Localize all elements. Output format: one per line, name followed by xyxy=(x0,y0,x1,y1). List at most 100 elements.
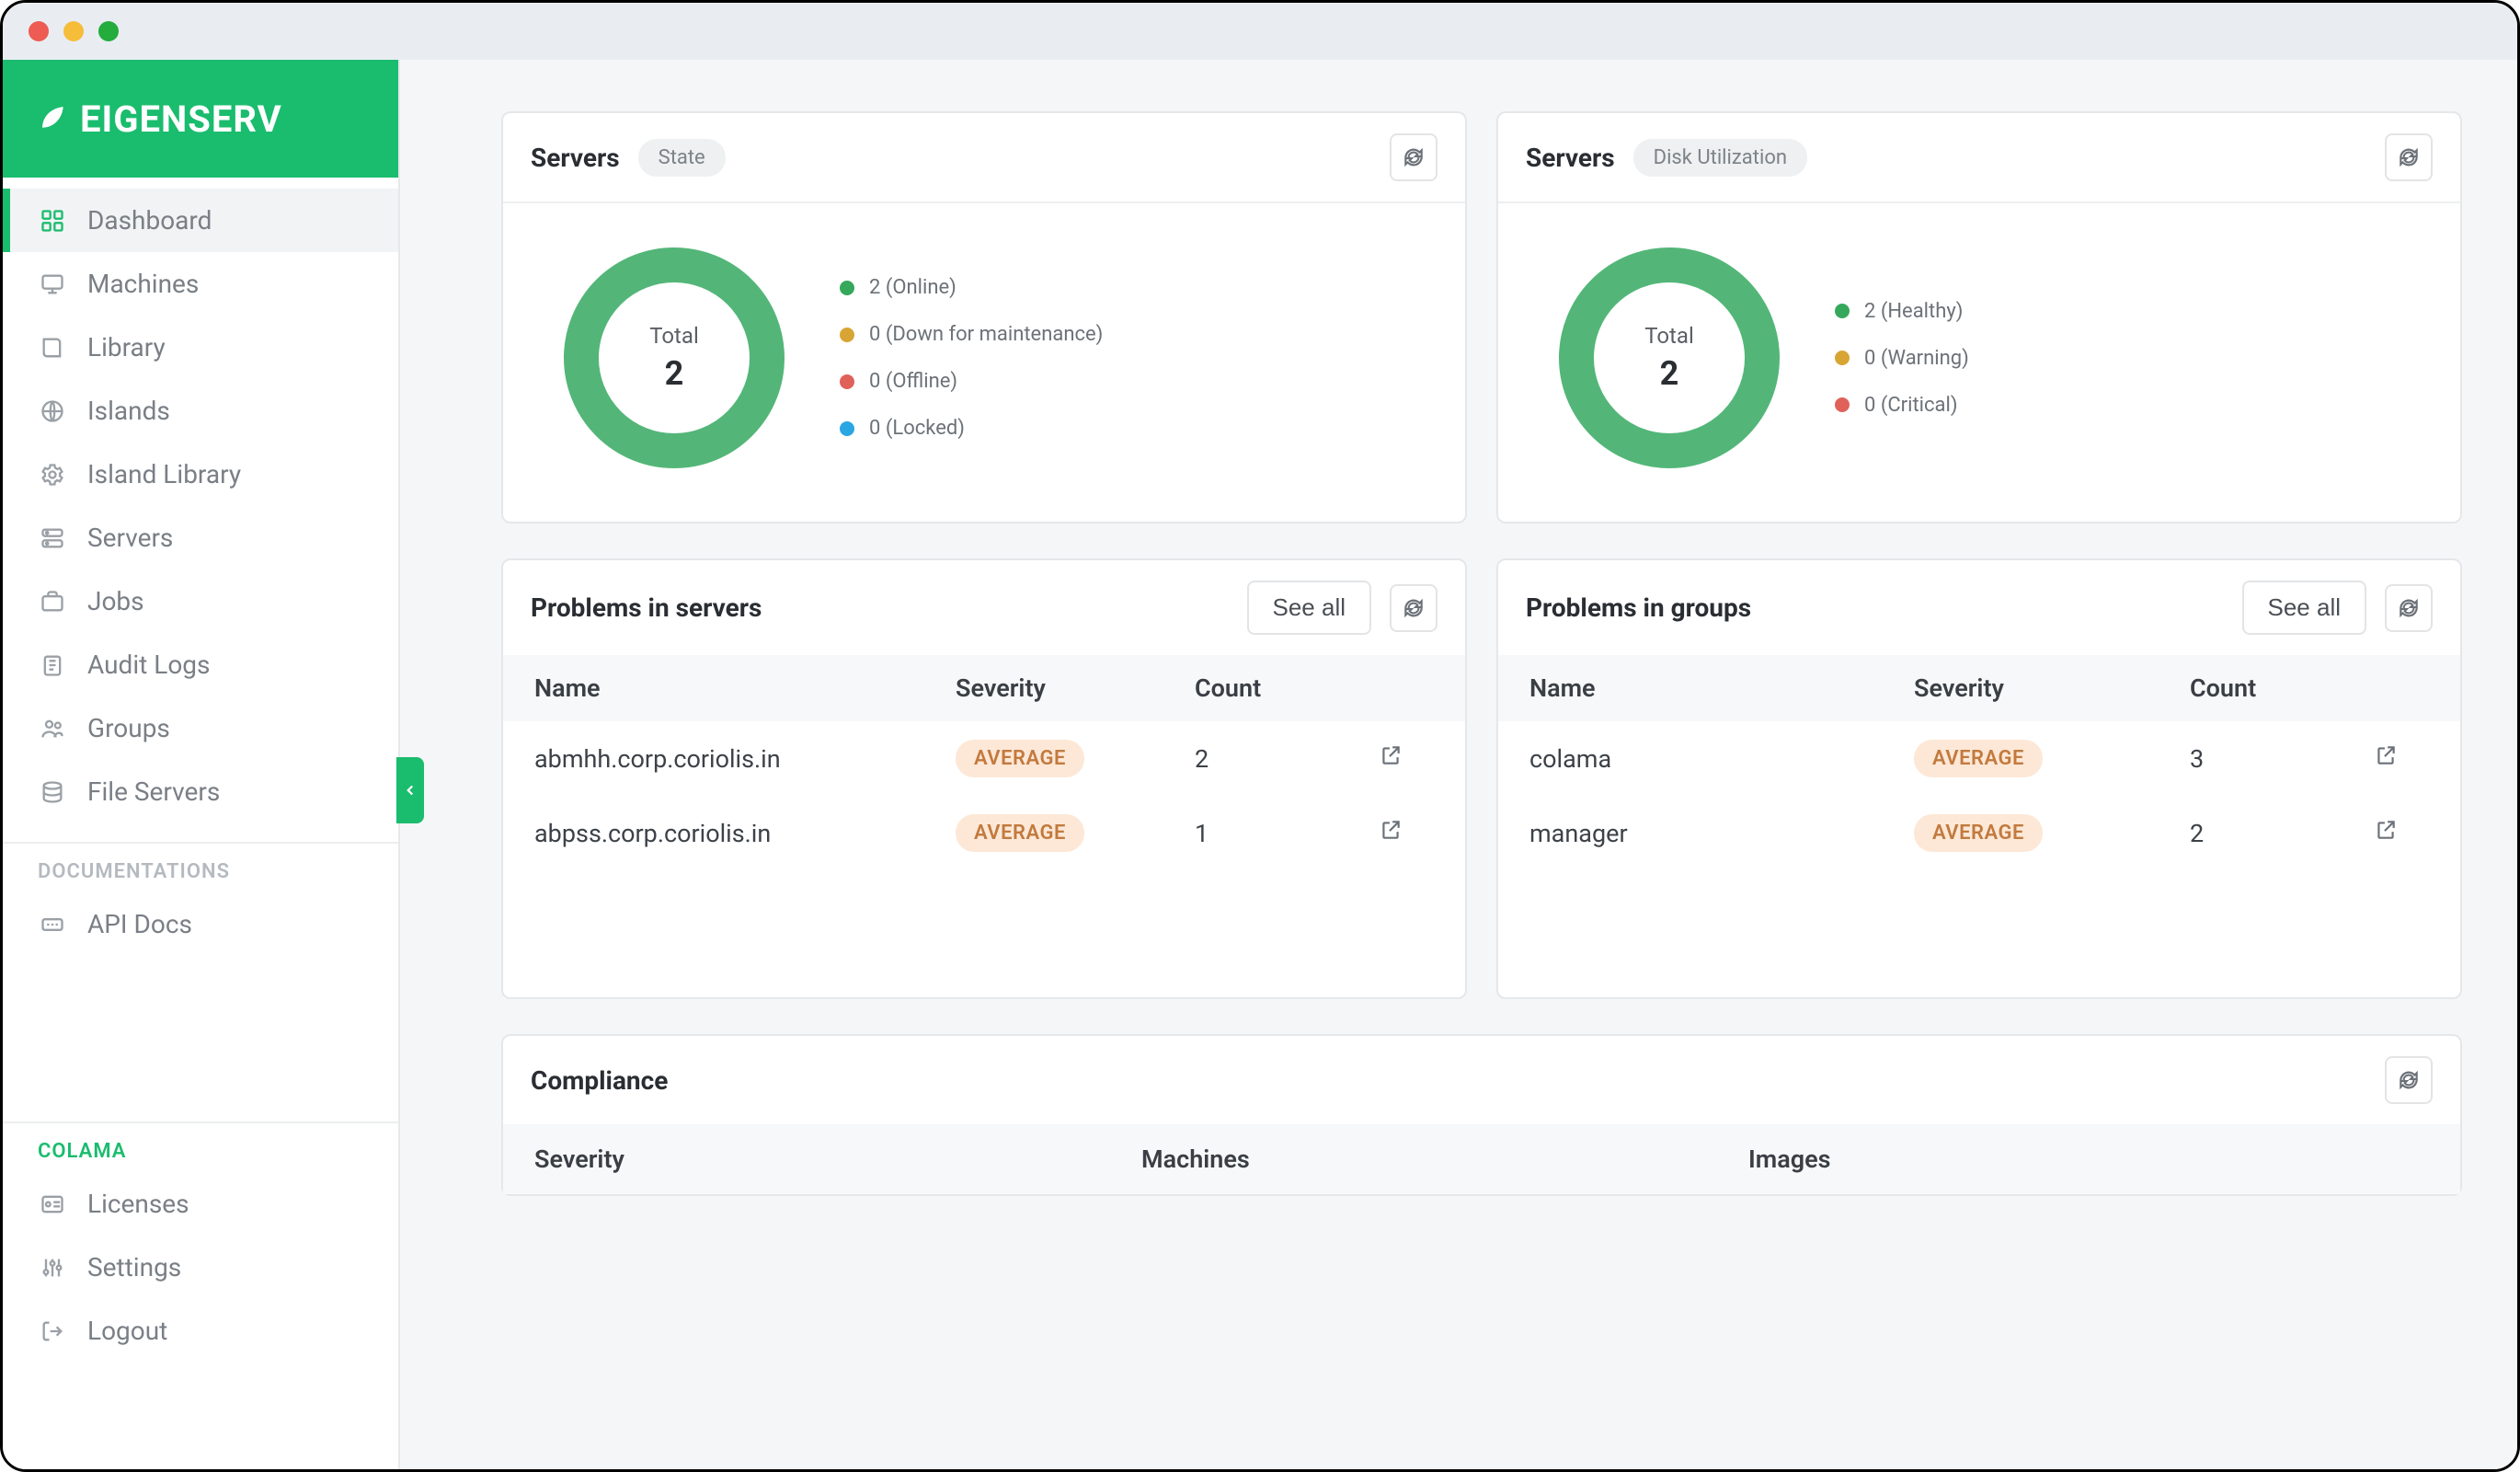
card-header: Servers State xyxy=(503,113,1465,201)
refresh-button[interactable] xyxy=(1390,133,1438,181)
sidebar-item-label: Library xyxy=(87,332,166,362)
card-title: Problems in servers xyxy=(531,592,762,623)
sidebar-item-label: Island Library xyxy=(87,459,241,489)
row-problems: Problems in servers See all Name Severit… xyxy=(501,558,2462,999)
sidebar-item-library[interactable]: Library xyxy=(3,316,398,379)
app-window: EIGENSERV Dashboard Machines xyxy=(0,0,2520,1472)
card-header: Problems in groups See all xyxy=(1498,560,2460,655)
card-title: Problems in groups xyxy=(1526,592,1751,623)
sidebar-item-jobs[interactable]: Jobs xyxy=(3,569,398,633)
legend-dot xyxy=(840,421,854,436)
legend-text: 2 (Healthy) xyxy=(1864,300,1963,323)
sidebar-item-islands[interactable]: Islands xyxy=(3,379,398,443)
server-icon xyxy=(38,523,67,553)
legend: 2 (Online) 0 (Down for maintenance) 0 (O… xyxy=(840,276,1103,440)
col-name: Name xyxy=(534,673,956,703)
brand-text: EIGENSERV xyxy=(80,98,282,141)
sidebar-item-label: Jobs xyxy=(87,586,144,616)
book-icon xyxy=(38,333,67,362)
legend-text: 0 (Offline) xyxy=(869,370,957,393)
sidebar-item-api-docs[interactable]: API Docs xyxy=(3,892,398,956)
card-subtitle-pill: State xyxy=(638,139,726,177)
sidebar-item-licenses[interactable]: Licenses xyxy=(3,1172,398,1236)
sidebar-collapse-handle[interactable] xyxy=(396,757,424,823)
legend-item: 0 (Down for maintenance) xyxy=(840,323,1103,346)
refresh-button[interactable] xyxy=(2385,1056,2433,1104)
sidebar-item-island-library[interactable]: Island Library xyxy=(3,443,398,506)
window-titlebar xyxy=(3,3,2517,60)
cell-count: 2 xyxy=(2190,819,2374,848)
donut-panel: Total 2 2 (Healthy) 0 (Warning) 0 (Criti… xyxy=(1498,203,2460,522)
cell-count: 1 xyxy=(1195,819,1379,848)
cell-name: abpss.corp.coriolis.in xyxy=(534,819,956,848)
legend-dot xyxy=(1835,304,1850,318)
cell-name: abmhh.corp.coriolis.in xyxy=(534,744,956,774)
open-link-icon[interactable] xyxy=(1379,818,1434,848)
legend-text: 0 (Critical) xyxy=(1864,394,1958,417)
sidebar-item-label: API Docs xyxy=(87,909,192,939)
app-body: EIGENSERV Dashboard Machines xyxy=(3,60,2517,1469)
card-problems-servers: Problems in servers See all Name Severit… xyxy=(501,558,1467,999)
open-link-icon[interactable] xyxy=(2374,743,2429,774)
sidebar-item-settings[interactable]: Settings xyxy=(3,1236,398,1299)
window-zoom-dot[interactable] xyxy=(98,21,119,41)
legend-dot xyxy=(1835,397,1850,412)
sidebar-item-dashboard[interactable]: Dashboard xyxy=(3,189,398,252)
col-machines: Machines xyxy=(1141,1144,1748,1174)
table-row: abmhh.corp.coriolis.in AVERAGE 2 xyxy=(503,721,1465,796)
sidebar-item-machines[interactable]: Machines xyxy=(3,252,398,316)
cell-name: manager xyxy=(1529,819,1914,848)
sidebar-item-file-servers[interactable]: File Servers xyxy=(3,760,398,823)
legend-dot xyxy=(1835,351,1850,365)
see-all-button[interactable]: See all xyxy=(1247,581,1372,635)
col-images: Images xyxy=(1748,1144,2355,1174)
card-title: Servers xyxy=(1526,143,1615,173)
legend-dot xyxy=(840,328,854,342)
license-icon xyxy=(38,1190,67,1219)
refresh-button[interactable] xyxy=(2385,133,2433,181)
severity-badge: AVERAGE xyxy=(1914,814,2043,852)
sidebar-item-label: Islands xyxy=(87,396,170,426)
donut-total-value: 2 xyxy=(1660,354,1679,393)
card-header: Problems in servers See all xyxy=(503,560,1465,655)
sidebar-nav: Dashboard Machines Library xyxy=(3,178,398,1469)
sidebar-item-label: Dashboard xyxy=(87,205,212,236)
monitor-icon xyxy=(38,270,67,299)
sidebar-item-label: Settings xyxy=(87,1252,181,1282)
col-severity: Severity xyxy=(534,1144,1141,1174)
main-content: Servers State Total 2 xyxy=(400,60,2517,1469)
row-donuts: Servers State Total 2 xyxy=(501,111,2462,523)
legend-item: 2 (Online) xyxy=(840,276,1103,299)
briefcase-icon xyxy=(38,587,67,616)
sidebar-item-label: Audit Logs xyxy=(87,650,210,680)
severity-badge: AVERAGE xyxy=(1914,740,2043,777)
table-body: abmhh.corp.coriolis.in AVERAGE 2 abpss.c… xyxy=(503,721,1465,997)
legend: 2 (Healthy) 0 (Warning) 0 (Critical) xyxy=(1835,300,1969,417)
open-link-icon[interactable] xyxy=(1379,743,1434,774)
cell-name: colama xyxy=(1529,744,1914,774)
card-problems-groups: Problems in groups See all Name Severity… xyxy=(1496,558,2462,999)
window-minimize-dot[interactable] xyxy=(63,21,84,41)
window-close-dot[interactable] xyxy=(29,21,49,41)
database-icon xyxy=(38,777,67,807)
refresh-button[interactable] xyxy=(2385,584,2433,632)
sidebar-item-logout[interactable]: Logout xyxy=(3,1299,398,1363)
donut-total-value: 2 xyxy=(665,354,684,393)
refresh-button[interactable] xyxy=(1390,584,1438,632)
row-compliance: Compliance Severity Machines Images xyxy=(501,1034,2462,1196)
gear-icon xyxy=(38,460,67,489)
legend-dot xyxy=(840,374,854,389)
donut-chart: Total 2 xyxy=(564,247,785,468)
table-row: manager AVERAGE 2 xyxy=(1498,796,2460,870)
sidebar-item-groups[interactable]: Groups xyxy=(3,696,398,760)
card-servers-state: Servers State Total 2 xyxy=(501,111,1467,523)
sidebar-item-servers[interactable]: Servers xyxy=(3,506,398,569)
cell-count: 3 xyxy=(2190,744,2374,774)
col-severity: Severity xyxy=(1914,673,2190,703)
legend-text: 2 (Online) xyxy=(869,276,956,299)
legend-text: 0 (Locked) xyxy=(869,417,965,440)
open-link-icon[interactable] xyxy=(2374,818,2429,848)
sidebar-item-audit-logs[interactable]: Audit Logs xyxy=(3,633,398,696)
see-all-button[interactable]: See all xyxy=(2242,581,2367,635)
globe-icon xyxy=(38,397,67,426)
